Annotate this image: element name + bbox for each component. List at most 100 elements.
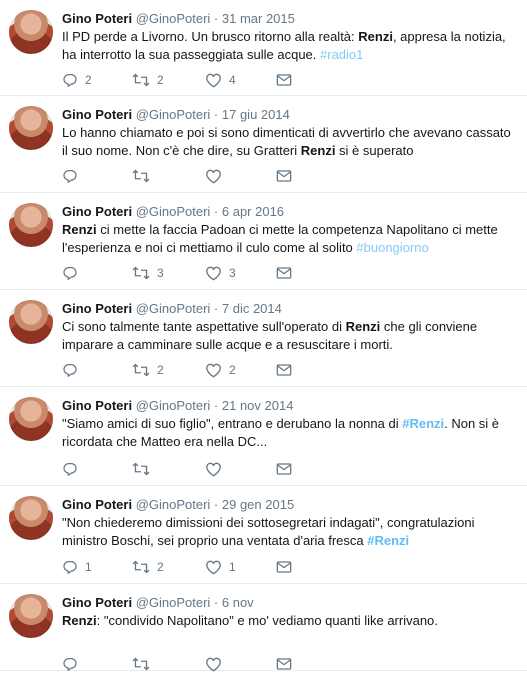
author-handle[interactable]: @GinoPoteri — [136, 595, 211, 610]
tweet-header: Gino Poteri @GinoPoteri · 29 gen 2015 — [62, 496, 519, 513]
tweet[interactable]: Gino Poteri @GinoPoteri · 21 nov 2014 "Si… — [0, 387, 527, 486]
highlighted-keyword: Renzi — [345, 319, 381, 334]
direct-message-button[interactable] — [276, 459, 292, 479]
tweet-content: Gino Poteri @GinoPoteri · 7 dic 2014 Ci s… — [62, 300, 519, 354]
author-handle[interactable]: @GinoPoteri — [136, 497, 211, 512]
tweet-actions: 22 — [62, 360, 302, 380]
author-handle[interactable]: @GinoPoteri — [136, 398, 211, 413]
tweet-content: Gino Poteri @GinoPoteri · 31 mar 2015 Il … — [62, 10, 519, 64]
tweet[interactable]: Gino Poteri @GinoPoteri · 17 giu 2014 Lo … — [0, 96, 527, 193]
author-handle[interactable]: @GinoPoteri — [136, 107, 211, 122]
tweet[interactable]: Gino Poteri @GinoPoteri · 29 gen 2015 "No… — [0, 486, 527, 584]
like-button[interactable]: 2 — [205, 360, 236, 380]
reply-icon — [62, 656, 78, 672]
separator-dot: · — [210, 204, 222, 219]
tweet-header: Gino Poteri @GinoPoteri · 21 nov 2014 — [62, 397, 519, 414]
author-name[interactable]: Gino Poteri — [62, 398, 132, 413]
tweet-header: Gino Poteri @GinoPoteri · 6 nov — [62, 594, 519, 611]
envelope-icon — [276, 362, 292, 378]
heart-icon — [205, 559, 222, 575]
tweet-text: Renzi: "condivido Napolitano" e mo' vedi… — [62, 612, 519, 630]
tweet-date[interactable]: 7 dic 2014 — [222, 301, 282, 316]
separator-dot: · — [210, 107, 222, 122]
like-button[interactable]: 4 — [205, 70, 236, 90]
tweet-date[interactable]: 17 giu 2014 — [222, 107, 290, 122]
like-button[interactable]: 1 — [205, 557, 236, 577]
like-count: 1 — [229, 560, 236, 574]
tweet-text: "Siamo amici di suo figlio", entrano e d… — [62, 415, 519, 451]
reply-button[interactable] — [62, 360, 85, 380]
author-name[interactable]: Gino Poteri — [62, 595, 132, 610]
direct-message-button[interactable] — [276, 263, 292, 283]
retweet-icon — [132, 559, 150, 575]
tweet[interactable]: Gino Poteri @GinoPoteri · 6 nov Renzi: "c… — [0, 584, 527, 674]
tweet-date[interactable]: 21 nov 2014 — [222, 398, 294, 413]
like-button[interactable] — [205, 654, 229, 674]
tweet[interactable]: Gino Poteri @GinoPoteri · 31 mar 2015 Il … — [0, 0, 527, 96]
reply-button[interactable] — [62, 166, 85, 186]
heart-icon — [205, 656, 222, 672]
hashtag-link[interactable]: #Renzi — [402, 416, 444, 431]
author-handle[interactable]: @GinoPoteri — [136, 204, 211, 219]
direct-message-button[interactable] — [276, 360, 292, 380]
reply-button[interactable] — [62, 459, 85, 479]
author-name[interactable]: Gino Poteri — [62, 301, 132, 316]
tweet-date[interactable]: 31 mar 2015 — [222, 11, 295, 26]
retweet-button[interactable]: 2 — [132, 557, 164, 577]
tweet-feed: Gino Poteri @GinoPoteri · 31 mar 2015 Il … — [0, 0, 527, 674]
like-button[interactable] — [205, 459, 229, 479]
hashtag-link[interactable]: #radio1 — [320, 47, 363, 62]
envelope-icon — [276, 656, 292, 672]
tweet[interactable]: Gino Poteri @GinoPoteri · 6 apr 2016 Renz… — [0, 193, 527, 290]
tweet-actions: 1 2 1 — [62, 557, 302, 577]
retweet-button[interactable]: 3 — [132, 263, 164, 283]
avatar[interactable] — [9, 10, 53, 54]
heart-icon — [205, 362, 222, 378]
direct-message-button[interactable] — [276, 557, 292, 577]
retweet-button[interactable]: 2 — [132, 360, 164, 380]
avatar[interactable] — [9, 106, 53, 150]
avatar[interactable] — [9, 203, 53, 247]
reply-icon — [62, 559, 78, 575]
reply-icon — [62, 72, 78, 88]
author-handle[interactable]: @GinoPoteri — [136, 301, 211, 316]
tweet-content: Gino Poteri @GinoPoteri · 29 gen 2015 "No… — [62, 496, 519, 550]
avatar[interactable] — [9, 496, 53, 540]
reply-button[interactable]: 1 — [62, 557, 92, 577]
author-name[interactable]: Gino Poteri — [62, 204, 132, 219]
like-button[interactable] — [205, 166, 229, 186]
tweet-date[interactable]: 6 apr 2016 — [222, 204, 284, 219]
tweet[interactable]: Gino Poteri @GinoPoteri · 7 dic 2014 Ci s… — [0, 290, 527, 387]
heart-icon — [205, 72, 222, 88]
tweet-date[interactable]: 6 nov — [222, 595, 254, 610]
retweet-button[interactable] — [132, 166, 157, 186]
separator-dot: · — [210, 301, 222, 316]
hashtag-link[interactable]: #Renzi — [367, 533, 409, 548]
author-name[interactable]: Gino Poteri — [62, 107, 132, 122]
direct-message-button[interactable] — [276, 166, 292, 186]
tweet-content: Gino Poteri @GinoPoteri · 6 nov Renzi: "c… — [62, 594, 519, 630]
like-button[interactable]: 3 — [205, 263, 236, 283]
retweet-count: 2 — [157, 363, 164, 377]
tweet-header: Gino Poteri @GinoPoteri · 7 dic 2014 — [62, 300, 519, 317]
direct-message-button[interactable] — [276, 70, 292, 90]
separator-dot: · — [210, 497, 222, 512]
reply-button[interactable] — [62, 263, 85, 283]
tweet-date[interactable]: 29 gen 2015 — [222, 497, 294, 512]
retweet-button[interactable] — [132, 459, 157, 479]
author-handle[interactable]: @GinoPoteri — [136, 11, 211, 26]
reply-button[interactable] — [62, 654, 85, 674]
tweet-text: Lo hanno chiamato e poi si sono dimentic… — [62, 124, 519, 160]
avatar[interactable] — [9, 594, 53, 638]
author-name[interactable]: Gino Poteri — [62, 11, 132, 26]
tweet-header: Gino Poteri @GinoPoteri · 17 giu 2014 — [62, 106, 519, 123]
direct-message-button[interactable] — [276, 654, 292, 674]
retweet-button[interactable] — [132, 654, 157, 674]
avatar[interactable] — [9, 397, 53, 441]
tweet-actions: 33 — [62, 263, 302, 283]
reply-button[interactable]: 2 — [62, 70, 92, 90]
hashtag-link[interactable]: #buongiorno — [356, 240, 428, 255]
retweet-button[interactable]: 2 — [132, 70, 164, 90]
author-name[interactable]: Gino Poteri — [62, 497, 132, 512]
avatar[interactable] — [9, 300, 53, 344]
